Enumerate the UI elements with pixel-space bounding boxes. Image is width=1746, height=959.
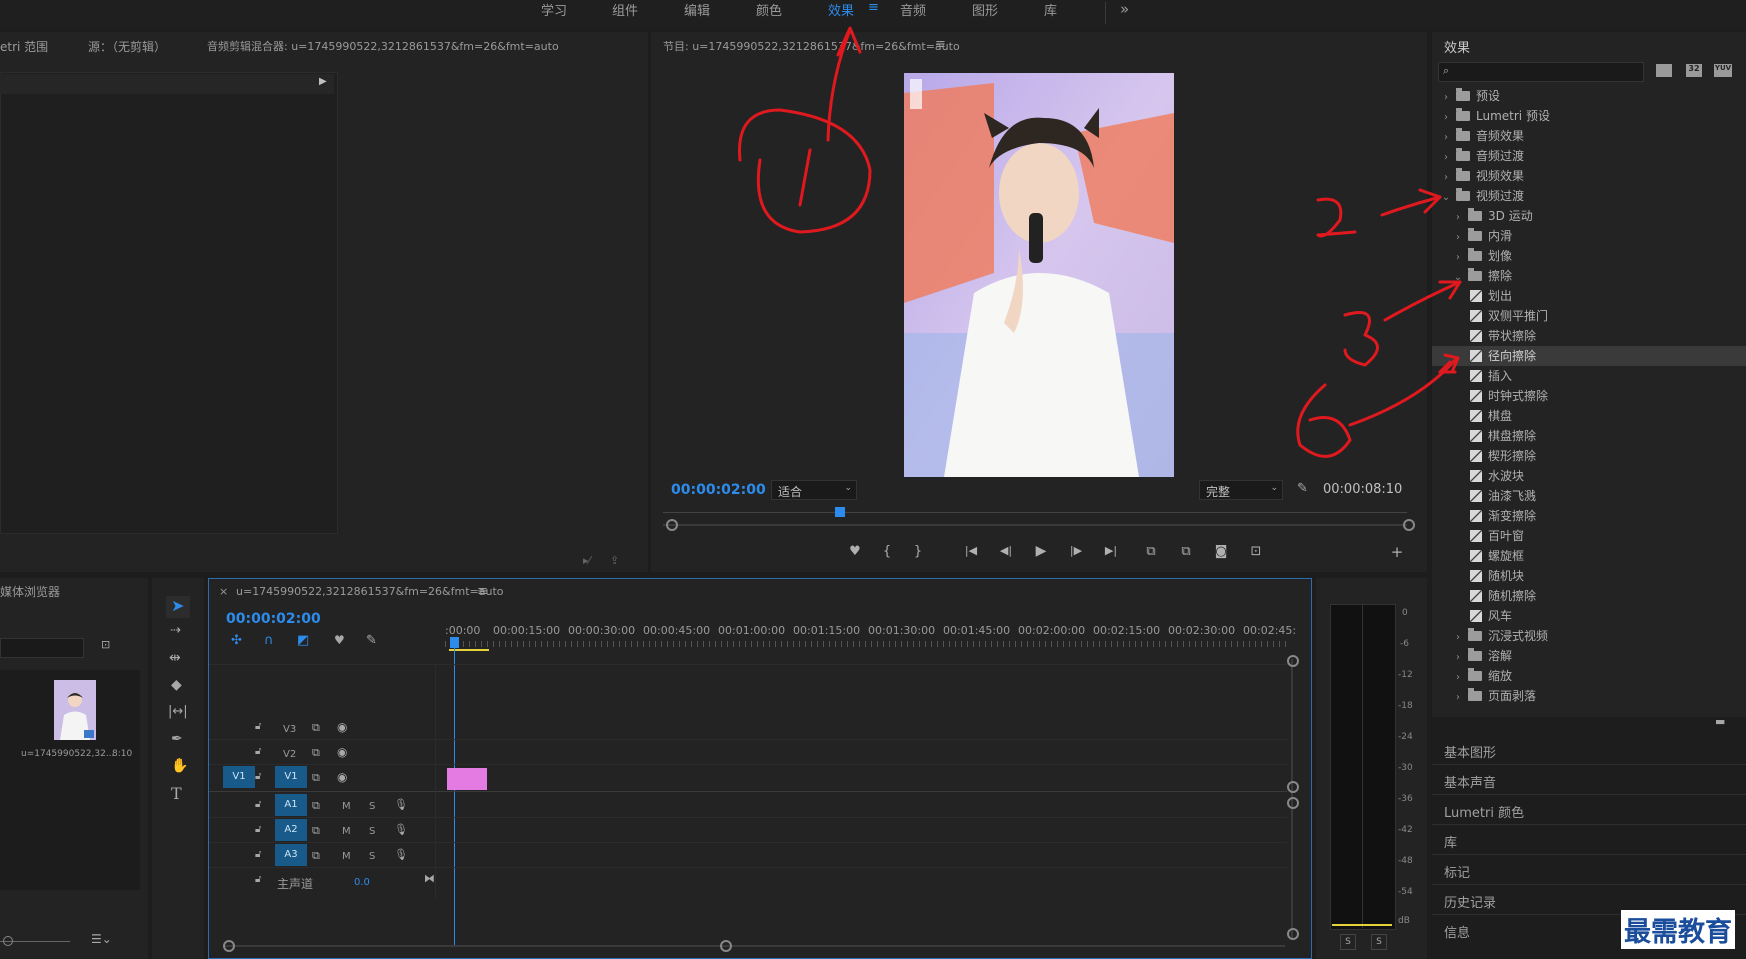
annotation-digit-4	[1296, 383, 1352, 458]
annotation-digit-2	[1316, 197, 1357, 238]
annotation-overlay	[738, 26, 1462, 458]
annotation-arrowhead-1	[836, 26, 862, 57]
annotation-arrow-4	[1348, 358, 1457, 427]
annotation-arrow-3	[1383, 280, 1462, 322]
annotation-digit-1	[798, 148, 812, 207]
annotation-digit-3	[1343, 311, 1379, 367]
